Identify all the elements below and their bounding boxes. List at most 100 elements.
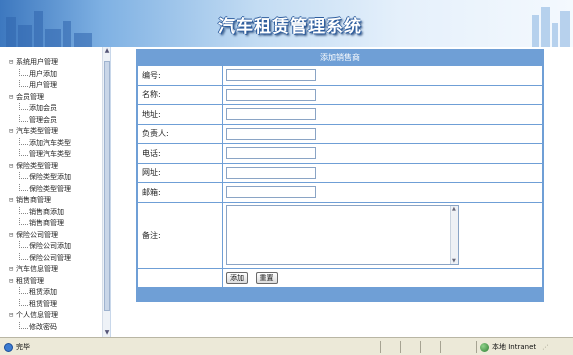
code-label: 编号:	[137, 65, 223, 86]
name-input[interactable]	[226, 88, 316, 101]
form-row-actions: 添加 重置	[137, 267, 543, 288]
nav-group-header[interactable]: ⊟ 保险类型管理	[9, 161, 102, 173]
nav-group-label: 会员管理	[16, 92, 44, 101]
remark-label: 备注:	[137, 201, 223, 269]
nav-group-header[interactable]: ⊟ 销售商管理	[9, 195, 102, 207]
form-row-address: 地址:	[137, 104, 543, 125]
nav-item[interactable]: 销售商管理	[9, 218, 102, 230]
resize-grip-icon[interactable]: ⋰	[542, 342, 548, 354]
security-zone: 本地 Intranet ⋰	[480, 341, 548, 353]
nav-item[interactable]: 用户添加	[9, 68, 102, 81]
form-table: 编号: 名称: 地址: 负责人: 电话: 网址: 邮箱: 备注: ▲ ▼ 添加 …	[137, 65, 543, 288]
status-text-container: 完毕	[4, 341, 30, 353]
form-row-remark: 备注:	[137, 201, 543, 269]
nav-item[interactable]: 修改密码	[9, 321, 102, 334]
reset-button[interactable]: 重置	[255, 271, 278, 284]
name-label: 名称:	[137, 84, 223, 105]
address-input[interactable]	[226, 108, 316, 121]
sidebar-scrollbar[interactable]: ▲ ▼	[102, 47, 110, 337]
nav-item[interactable]: 管理会员	[9, 114, 102, 127]
nav-item[interactable]: 保险类型管理	[9, 183, 102, 196]
nav-group: ⊟ 个人信息管理 修改密码	[4, 310, 102, 333]
nav-group-header[interactable]: ⊟ 会员管理	[9, 92, 102, 104]
nav-group-header[interactable]: ⊟ 汽车类型管理	[9, 126, 102, 138]
remark-textarea[interactable]	[226, 205, 459, 265]
collapse-icon[interactable]: ⊟	[9, 161, 16, 173]
postcode-input[interactable]	[226, 186, 316, 199]
status-bar: 完毕 本地 Intranet ⋰	[0, 337, 573, 355]
nav-group-label: 租赁管理	[16, 276, 44, 285]
nav-group-header[interactable]: ⊟ 汽车信息管理	[9, 264, 102, 276]
phone-label: 电话:	[137, 143, 223, 164]
website-label: 网址:	[137, 162, 223, 183]
nav-item[interactable]: 添加汽车类型	[9, 137, 102, 150]
app-title: 汽车租赁管理系统	[218, 17, 362, 37]
nav-group: ⊟ 租赁管理 租赁添加 租赁管理	[4, 276, 102, 311]
nav-group-label: 保险类型管理	[16, 161, 58, 170]
main-content: 添加销售商 编号: 名称: 地址: 负责人: 电话: 网址: 邮箱: 备注: ▲…	[112, 47, 573, 337]
collapse-icon[interactable]: ⊟	[9, 92, 16, 104]
form-row-postcode: 邮箱:	[137, 182, 543, 203]
zone-label: 本地 Intranet	[492, 343, 537, 351]
form-title: 添加销售商	[137, 50, 543, 65]
scrollbar-thumb[interactable]	[104, 61, 110, 311]
nav-group: ⊟ 保险公司管理 保险公司添加 保险公司管理	[4, 230, 102, 265]
form-row-code: 编号:	[137, 65, 543, 86]
submit-button[interactable]: 添加	[226, 271, 248, 284]
phone-input[interactable]	[226, 147, 316, 160]
nav-group-label: 汽车信息管理	[16, 265, 58, 273]
collapse-icon[interactable]: ⊟	[9, 264, 16, 276]
header-banner: 汽车租赁管理系统	[0, 0, 573, 47]
nav-group-label: 系统用户管理	[16, 58, 58, 66]
address-label: 地址:	[137, 104, 223, 125]
nav-item[interactable]: 保险类型添加	[9, 172, 102, 184]
nav-group-header[interactable]: ⊟ 租赁管理	[9, 276, 102, 288]
website-input[interactable]	[226, 166, 316, 179]
nav-group: ⊟ 保险类型管理 保险类型添加 保险类型管理	[4, 161, 102, 196]
nav-item[interactable]: 添加会员	[9, 103, 102, 115]
nav-item[interactable]: 租赁管理	[9, 298, 102, 311]
nav-group: ⊟ 系统用户管理 用户添加 用户管理	[4, 57, 102, 92]
remark-scrollbar[interactable]	[450, 206, 458, 264]
nav-group-header[interactable]: ⊟ 个人信息管理	[9, 310, 102, 322]
form-row-website: 网址:	[137, 162, 543, 183]
form-row-name: 名称:	[137, 84, 543, 105]
form-footer-bar	[137, 287, 543, 301]
code-input[interactable]	[226, 69, 316, 82]
nav-item[interactable]: 保险公司添加	[9, 241, 102, 253]
collapse-icon[interactable]: ⊟	[9, 276, 16, 288]
nav-group-label: 汽车类型管理	[16, 127, 58, 135]
scroll-up-icon[interactable]: ▲	[103, 47, 110, 55]
nav-group: ⊟ 汽车信息管理	[4, 264, 102, 276]
sidebar-nav: ⊟ 系统用户管理 用户添加 用户管理 ⊟ 会员管理 添加会员 管理会员 ⊟ 汽车类型管理 添加汽车类…	[4, 47, 111, 337]
nav-group: ⊟ 销售商管理 销售商添加 销售商管理	[4, 195, 102, 230]
form-row-phone: 电话:	[137, 143, 543, 164]
collapse-icon[interactable]: ⊟	[9, 126, 16, 138]
nav-group: ⊟ 会员管理 添加会员 管理会员	[4, 92, 102, 127]
nav-item[interactable]: 用户管理	[9, 80, 102, 92]
contact-input[interactable]	[226, 127, 316, 140]
nav-group-label: 销售商管理	[16, 196, 51, 204]
add-dealer-form: 添加销售商 编号: 名称: 地址: 负责人: 电话: 网址: 邮箱: 备注: ▲…	[136, 49, 544, 302]
collapse-icon[interactable]: ⊟	[9, 195, 16, 207]
collapse-icon[interactable]: ⊟	[9, 57, 16, 69]
nav-group-header[interactable]: ⊟ 保险公司管理	[9, 230, 102, 242]
nav-group: ⊟ 汽车类型管理 添加汽车类型 管理汽车类型	[4, 126, 102, 161]
scroll-down-icon[interactable]: ▼	[103, 329, 110, 337]
nav-item[interactable]: 租赁添加	[9, 287, 102, 299]
status-text: 完毕	[16, 343, 30, 351]
postcode-label: 邮箱:	[137, 182, 223, 203]
form-row-contact: 负责人:	[137, 123, 543, 144]
collapse-icon[interactable]: ⊟	[9, 310, 16, 322]
nav-group-label: 个人信息管理	[16, 311, 58, 319]
nav-group-header[interactable]: ⊟ 系统用户管理	[9, 57, 102, 69]
collapse-icon[interactable]: ⊟	[9, 230, 16, 242]
nav-tree: ⊟ 系统用户管理 用户添加 用户管理 ⊟ 会员管理 添加会员 管理会员 ⊟ 汽车类型管理 添加汽车类…	[4, 57, 102, 333]
nav-item[interactable]: 保险公司管理	[9, 252, 102, 265]
nav-item[interactable]: 管理汽车类型	[9, 149, 102, 161]
browser-icon	[4, 342, 13, 352]
contact-label: 负责人:	[137, 123, 223, 144]
globe-icon	[480, 342, 489, 352]
nav-item[interactable]: 销售商添加	[9, 206, 102, 219]
nav-group-label: 保险公司管理	[16, 230, 58, 239]
